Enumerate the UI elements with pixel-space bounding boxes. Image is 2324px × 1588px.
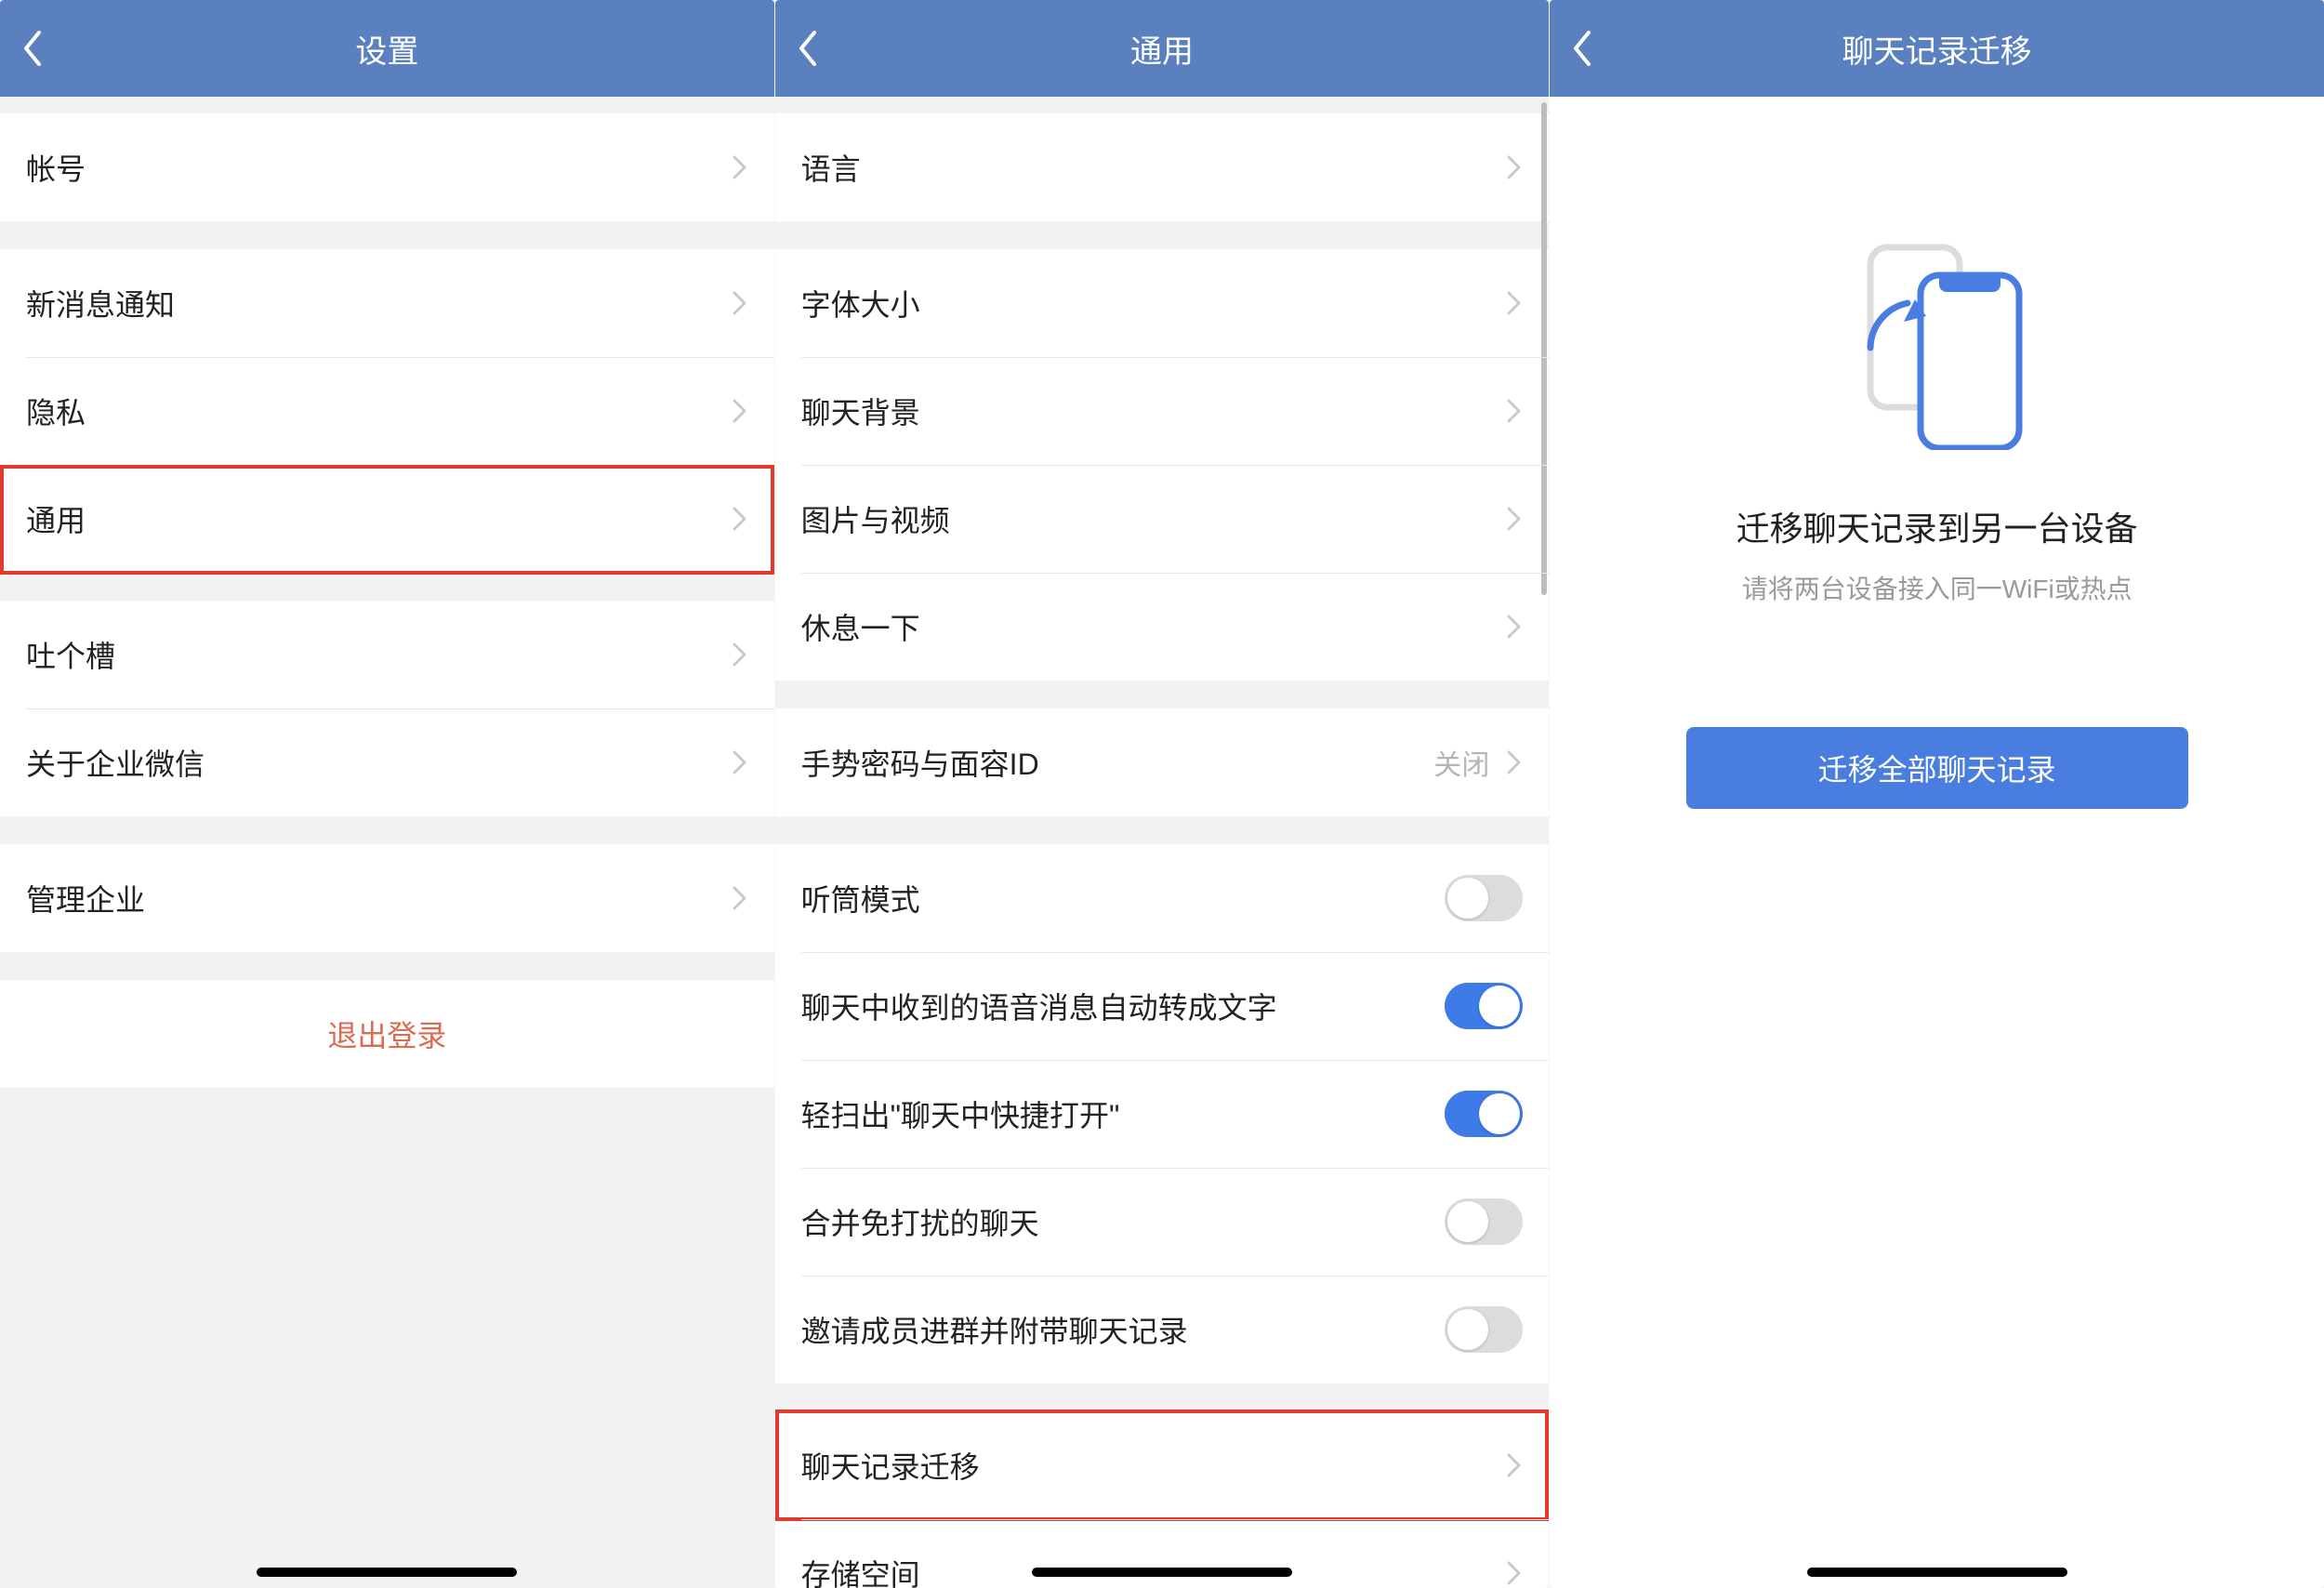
header-title: 设置 <box>355 26 418 72</box>
cell-label: 通用 <box>26 497 732 540</box>
cell-label: 帐号 <box>26 146 732 189</box>
cell-privacy[interactable]: 隐私 <box>0 357 774 465</box>
cell-value: 关闭 <box>1433 742 1489 783</box>
settings-group: 吐个槽 关于企业微信 <box>0 601 774 816</box>
cell-label: 管理企业 <box>26 877 732 920</box>
chevron-right-icon <box>1506 397 1523 425</box>
screen-migrate: 聊天记录迁移 迁移聊天记录到另一台设备 请将两台设备接入同一WiFi或热点 迁移… <box>1550 0 2324 1588</box>
header: 聊天记录迁移 <box>1550 0 2324 97</box>
cell-label: 聊天记录迁移 <box>801 1444 1507 1487</box>
cell-label: 吐个槽 <box>26 633 732 676</box>
cell-merge-mute[interactable]: 合并免打扰的聊天 <box>775 1168 1550 1276</box>
chevron-right-icon <box>1506 153 1523 181</box>
toggle-swipe-shortcut[interactable] <box>1445 1091 1523 1137</box>
chevron-left-icon <box>798 31 818 66</box>
chevron-right-icon <box>1506 1451 1523 1479</box>
chevron-right-icon <box>1506 505 1523 533</box>
cell-label: 聊天背景 <box>801 390 1507 432</box>
cell-label: 新消息通知 <box>26 282 732 324</box>
cell-manage-org[interactable]: 管理企业 <box>0 844 774 952</box>
cell-chat-bg[interactable]: 聊天背景 <box>775 357 1550 465</box>
back-button[interactable] <box>1572 0 1628 97</box>
home-indicator[interactable] <box>1807 1568 2067 1577</box>
chevron-right-icon <box>732 153 748 181</box>
header-title: 聊天记录迁移 <box>1842 26 2032 72</box>
chevron-right-icon <box>1506 748 1523 776</box>
chevron-right-icon <box>1506 1559 1523 1587</box>
back-button[interactable] <box>22 0 78 97</box>
cell-account[interactable]: 帐号 <box>0 113 774 221</box>
cell-label: 轻扫出"聊天中快捷打开" <box>801 1092 1446 1135</box>
general-group: 手势密码与面容ID 关闭 <box>775 708 1550 816</box>
header: 通用 <box>775 0 1550 97</box>
cell-about[interactable]: 关于企业微信 <box>0 708 774 816</box>
button-label: 迁移全部聊天记录 <box>1818 753 2056 787</box>
chevron-left-icon <box>22 31 43 66</box>
cell-label: 邀请成员进群并附带聊天记录 <box>801 1308 1446 1351</box>
screen-settings: 设置 帐号 新消息通知 隐私 通用 <box>0 0 774 1588</box>
settings-group: 帐号 <box>0 113 774 221</box>
settings-group: 新消息通知 隐私 通用 <box>0 249 774 573</box>
cell-label: 聊天中收到的语音消息自动转成文字 <box>801 985 1446 1027</box>
general-group: 聊天记录迁移 存储空间 <box>775 1411 1550 1588</box>
migrate-illustration-icon <box>1835 227 2040 450</box>
cell-label: 图片与视频 <box>801 497 1507 540</box>
chevron-right-icon <box>732 641 748 668</box>
cell-label: 合并免打扰的聊天 <box>801 1200 1446 1243</box>
chevron-right-icon <box>732 289 748 317</box>
chevron-right-icon <box>1506 613 1523 641</box>
cell-label: 手势密码与面容ID <box>801 741 1434 784</box>
cell-invite-history[interactable]: 邀请成员进群并附带聊天记录 <box>775 1276 1550 1383</box>
cell-label: 隐私 <box>26 390 732 432</box>
logout-button[interactable]: 退出登录 <box>0 980 774 1088</box>
cell-gesture-faceid[interactable]: 手势密码与面容ID 关闭 <box>775 708 1550 816</box>
chevron-right-icon <box>732 884 748 912</box>
chevron-left-icon <box>1572 31 1592 66</box>
cell-label: 字体大小 <box>801 282 1507 324</box>
cell-general[interactable]: 通用 <box>0 465 774 573</box>
general-group: 字体大小 聊天背景 图片与视频 休息一下 <box>775 249 1550 681</box>
screen-general: 通用 语言 字体大小 聊天背景 图片与视频 休息一下 手势密码与面容ID <box>775 0 1550 1588</box>
back-button[interactable] <box>798 0 853 97</box>
cell-swipe-shortcut[interactable]: 轻扫出"聊天中快捷打开" <box>775 1060 1550 1168</box>
migrate-heading: 迁移聊天记录到另一台设备 <box>1736 502 2138 550</box>
cell-label: 听筒模式 <box>801 877 1446 920</box>
migrate-content: 迁移聊天记录到另一台设备 请将两台设备接入同一WiFi或热点 迁移全部聊天记录 <box>1550 97 2324 1588</box>
cell-feedback[interactable]: 吐个槽 <box>0 601 774 708</box>
general-group: 听筒模式 聊天中收到的语音消息自动转成文字 轻扫出"聊天中快捷打开" 合并免打扰… <box>775 844 1550 1383</box>
chevron-right-icon <box>1506 289 1523 317</box>
settings-group: 退出登录 <box>0 980 774 1088</box>
cell-rest[interactable]: 休息一下 <box>775 573 1550 681</box>
header-title: 通用 <box>1130 26 1194 72</box>
general-group: 语言 <box>775 113 1550 221</box>
toggle-voice-to-text[interactable] <box>1445 983 1523 1029</box>
header: 设置 <box>0 0 774 97</box>
toggle-invite-history[interactable] <box>1445 1306 1523 1353</box>
cell-ear-mode[interactable]: 听筒模式 <box>775 844 1550 952</box>
cell-font-size[interactable]: 字体大小 <box>775 249 1550 357</box>
chevron-right-icon <box>732 748 748 776</box>
cell-voice-to-text[interactable]: 聊天中收到的语音消息自动转成文字 <box>775 952 1550 1060</box>
chevron-right-icon <box>732 397 748 425</box>
cell-notifications[interactable]: 新消息通知 <box>0 249 774 357</box>
migrate-subtitle: 请将两台设备接入同一WiFi或热点 <box>1742 569 2133 606</box>
home-indicator[interactable] <box>257 1568 517 1577</box>
toggle-merge-mute[interactable] <box>1445 1198 1523 1245</box>
cell-media[interactable]: 图片与视频 <box>775 465 1550 573</box>
cell-label: 休息一下 <box>801 605 1507 648</box>
migrate-all-button[interactable]: 迁移全部聊天记录 <box>1686 727 2188 809</box>
chevron-right-icon <box>732 505 748 533</box>
cell-storage[interactable]: 存储空间 <box>775 1519 1550 1588</box>
cell-label: 语言 <box>801 146 1507 189</box>
logout-label: 退出登录 <box>327 1012 446 1055</box>
cell-language[interactable]: 语言 <box>775 113 1550 221</box>
toggle-ear-mode[interactable] <box>1445 875 1523 921</box>
cell-label: 关于企业微信 <box>26 741 732 784</box>
cell-chat-migrate[interactable]: 聊天记录迁移 <box>775 1411 1550 1519</box>
home-indicator[interactable] <box>1032 1568 1292 1577</box>
settings-group: 管理企业 <box>0 844 774 952</box>
